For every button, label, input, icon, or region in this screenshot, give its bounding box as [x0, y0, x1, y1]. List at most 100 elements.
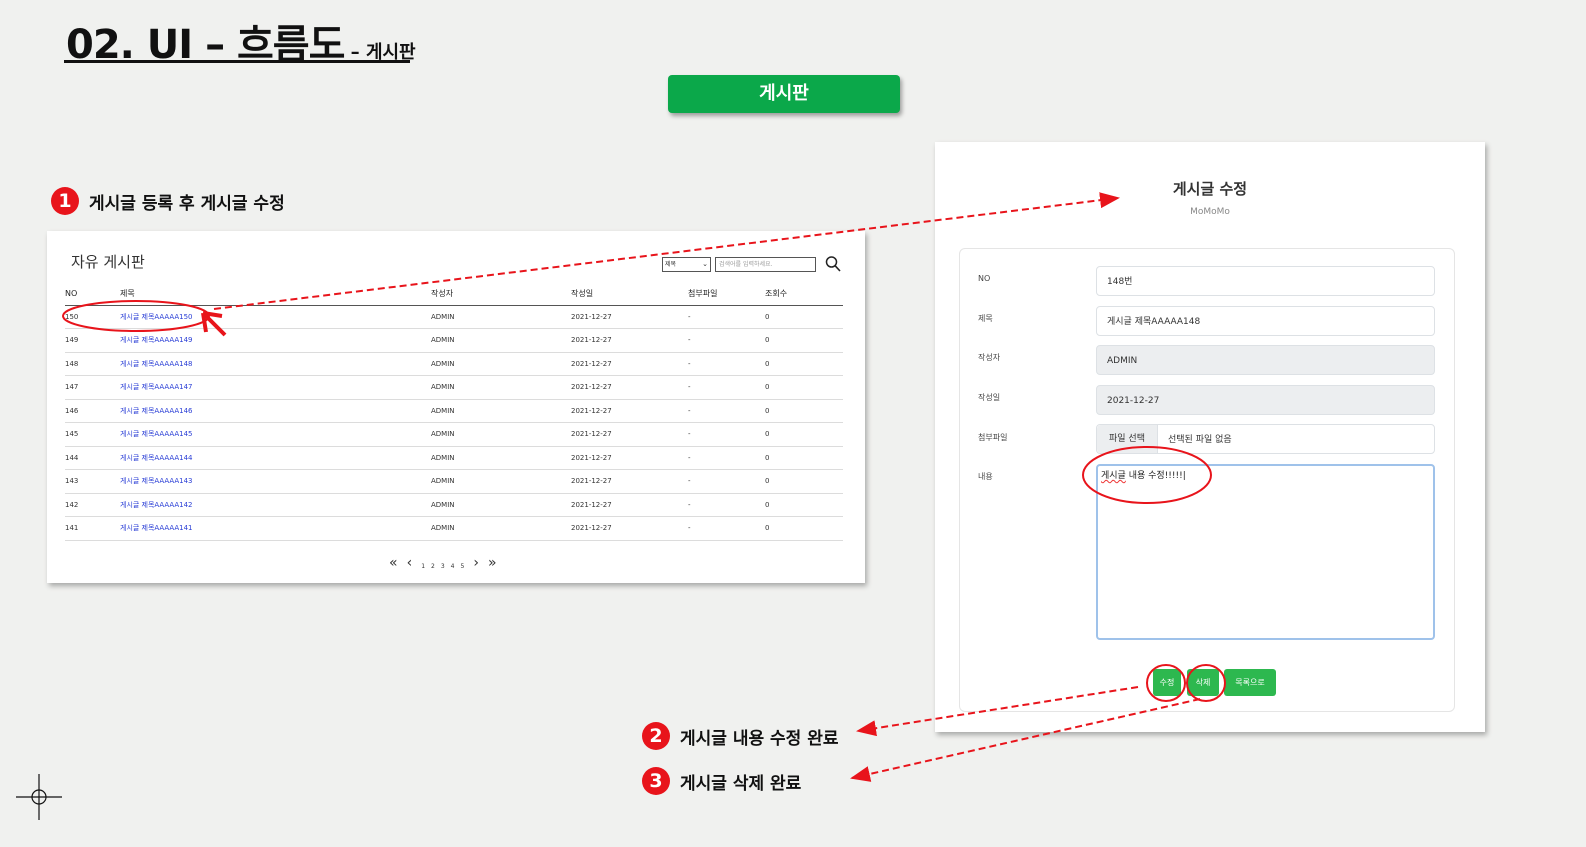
last-page-icon[interactable]: »: [488, 555, 497, 571]
table-row[interactable]: 150 게시글 제목AAAAA150 ADMIN 2021-12-27-0: [65, 305, 843, 329]
row-title[interactable]: 게시글 제목AAAAA148: [120, 352, 431, 376]
search-type-select[interactable]: 제목 ⌄: [662, 257, 711, 272]
delete-button[interactable]: 삭제: [1187, 669, 1219, 696]
column-header: NO: [65, 283, 120, 306]
column-header: 작성일: [571, 283, 688, 306]
file-status: 선택된 파일 없음: [1168, 435, 1232, 445]
table-row[interactable]: 149 게시글 제목AAAAA149 ADMIN 2021-12-27-0: [65, 328, 843, 353]
edit-subtitle: MoMoMo: [1190, 207, 1230, 217]
column-header: 첨부파일: [688, 283, 765, 306]
row-title[interactable]: 게시글 제목AAAAA147: [120, 375, 431, 400]
row-title[interactable]: 게시글 제목AAAAA142: [120, 493, 431, 517]
row-file: -: [688, 446, 765, 470]
row-writer: ADMIN: [431, 375, 571, 400]
step-3-number: 3: [642, 767, 670, 795]
table-row[interactable]: 143 게시글 제목AAAAA143 ADMIN 2021-12-27-0: [65, 469, 843, 494]
row-title[interactable]: 게시글 제목AAAAA141: [120, 516, 431, 541]
step-1-number: 1: [51, 187, 79, 215]
content-label: 내용: [978, 472, 993, 481]
column-header: 작성자: [431, 283, 571, 306]
content-textarea[interactable]: 게시글 내용 수정!!!!!|: [1096, 464, 1435, 640]
title-field[interactable]: 게시글 제목AAAAA148: [1096, 306, 1435, 336]
row-date: 2021-12-27: [571, 375, 688, 400]
board-list-panel: 자유 게시판 제목 ⌄ 검색어를 입력하세요. NO 제목 작성자 작성일 첨부…: [47, 231, 865, 583]
table-row[interactable]: 146 게시글 제목AAAAA146 ADMIN 2021-12-27-0: [65, 399, 843, 423]
writer-field: ADMIN: [1096, 345, 1435, 375]
row-views: 0: [765, 352, 843, 376]
step-2-label: 게시글 내용 수정 완료: [680, 728, 839, 749]
page-link[interactable]: 4: [451, 563, 455, 570]
next-page-icon[interactable]: ›: [473, 555, 479, 571]
row-no: 150: [65, 305, 120, 329]
no-label: NO: [978, 274, 991, 283]
no-field[interactable]: 148번: [1096, 266, 1435, 296]
row-no: 144: [65, 446, 120, 470]
row-no: 142: [65, 493, 120, 517]
table-row[interactable]: 145 게시글 제목AAAAA145 ADMIN 2021-12-27-0: [65, 422, 843, 447]
column-header: 제목: [120, 283, 431, 306]
row-file: -: [688, 375, 765, 400]
page-link[interactable]: 2: [431, 563, 435, 570]
step-3: 3 게시글 삭제 완료: [642, 767, 801, 795]
writer-label: 작성자: [978, 353, 1001, 362]
row-writer: ADMIN: [431, 446, 571, 470]
row-views: 0: [765, 375, 843, 400]
table-row[interactable]: 141 게시글 제목AAAAA141 ADMIN 2021-12-27-0: [65, 516, 843, 541]
row-date: 2021-12-27: [571, 516, 688, 541]
row-file: -: [688, 422, 765, 447]
row-title[interactable]: 게시글 제목AAAAA149: [120, 328, 431, 353]
step-1: 1 게시글 등록 후 게시글 수정: [51, 187, 285, 215]
row-no: 149: [65, 328, 120, 353]
row-writer: ADMIN: [431, 469, 571, 494]
page-link[interactable]: 3: [441, 563, 445, 570]
row-date: 2021-12-27: [571, 422, 688, 447]
page-link[interactable]: 5: [461, 563, 465, 570]
file-select-button[interactable]: 파일 선택: [1097, 425, 1158, 453]
row-views: 0: [765, 493, 843, 517]
row-title[interactable]: 게시글 제목AAAAA144: [120, 446, 431, 470]
row-file: -: [688, 493, 765, 517]
title-label: 제목: [978, 314, 993, 323]
content-text-a: 게시글: [1101, 471, 1126, 481]
search-icon[interactable]: [825, 255, 841, 273]
row-no: 147: [65, 375, 120, 400]
row-writer: ADMIN: [431, 493, 571, 517]
row-date: 2021-12-27: [571, 446, 688, 470]
row-title[interactable]: 게시글 제목AAAAA146: [120, 399, 431, 423]
row-title[interactable]: 게시글 제목AAAAA150: [120, 305, 431, 329]
row-no: 143: [65, 469, 120, 494]
search-type-value: 제목: [665, 261, 677, 268]
row-date: 2021-12-27: [571, 352, 688, 376]
page-link[interactable]: 1: [421, 563, 425, 570]
row-views: 0: [765, 422, 843, 447]
table-row[interactable]: 144 게시글 제목AAAAA144 ADMIN 2021-12-27-0: [65, 446, 843, 470]
file-input[interactable]: 파일 선택 선택된 파일 없음: [1096, 424, 1435, 454]
step-3-label: 게시글 삭제 완료: [680, 773, 802, 794]
row-writer: ADMIN: [431, 328, 571, 353]
row-file: -: [688, 469, 765, 494]
search-input[interactable]: 검색어를 입력하세요.: [715, 257, 816, 272]
edit-button[interactable]: 수정: [1153, 669, 1181, 696]
step-1-label: 게시글 등록 후 게시글 수정: [89, 193, 285, 214]
first-page-icon[interactable]: «: [389, 555, 398, 571]
row-views: 0: [765, 305, 843, 329]
prev-page-icon[interactable]: ‹: [407, 555, 413, 571]
back-to-list-button[interactable]: 목록으로: [1224, 669, 1276, 696]
date-field: 2021-12-27: [1096, 385, 1435, 415]
row-writer: ADMIN: [431, 305, 571, 329]
row-writer: ADMIN: [431, 352, 571, 376]
page-numbers: 1 2 3 4 5: [421, 563, 464, 571]
row-no: 146: [65, 399, 120, 423]
chevron-down-icon: ⌄: [702, 260, 708, 268]
table-row[interactable]: 142 게시글 제목AAAAA142 ADMIN 2021-12-27-0: [65, 493, 843, 517]
table-row[interactable]: 148 게시글 제목AAAAA148 ADMIN 2021-12-27-0: [65, 352, 843, 376]
row-file: -: [688, 352, 765, 376]
row-date: 2021-12-27: [571, 469, 688, 494]
content-text-b: 내용 수정!!!!!: [1125, 471, 1183, 481]
row-title[interactable]: 게시글 제목AAAAA143: [120, 469, 431, 494]
board-title: 자유 게시판: [71, 253, 145, 271]
row-date: 2021-12-27: [571, 399, 688, 423]
crosshair-icon: [16, 774, 62, 820]
table-row[interactable]: 147 게시글 제목AAAAA147 ADMIN 2021-12-27-0: [65, 375, 843, 400]
row-title[interactable]: 게시글 제목AAAAA145: [120, 422, 431, 447]
